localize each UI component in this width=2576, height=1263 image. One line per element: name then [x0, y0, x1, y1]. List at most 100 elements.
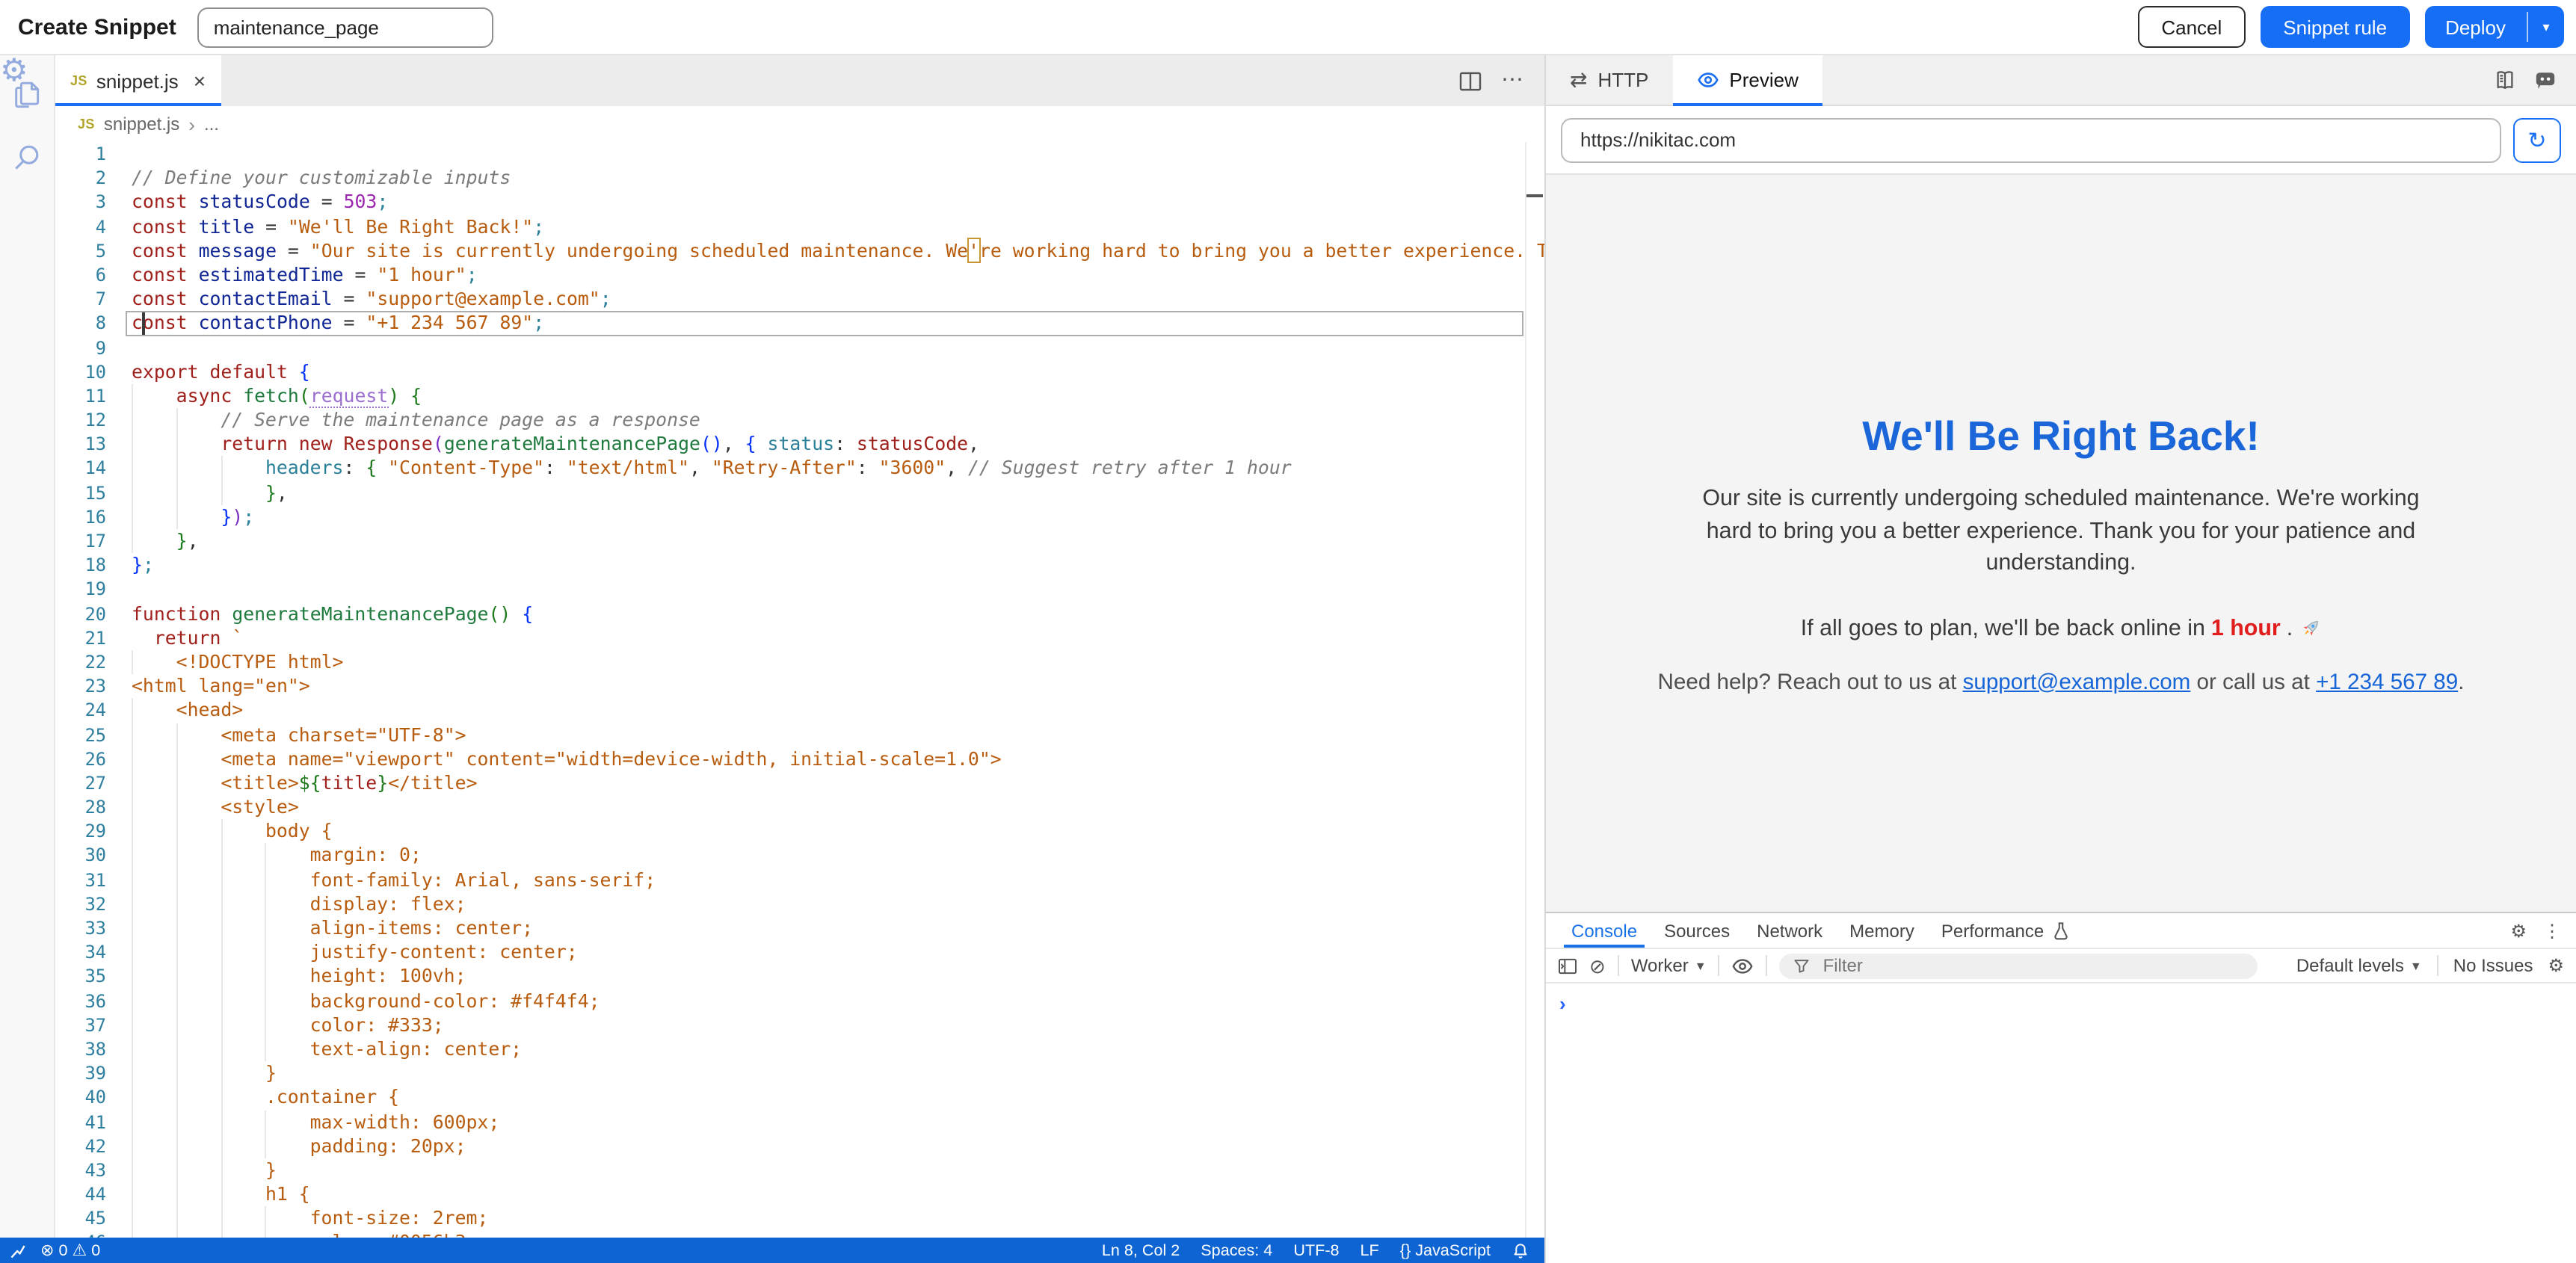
code-line[interactable]: 20function generateMaintenancePage() {	[55, 602, 1544, 626]
code-line[interactable]: 1	[55, 142, 1544, 166]
code-line[interactable]: 12// Serve the maintenance page as a res…	[55, 408, 1544, 432]
log-levels-selector[interactable]: Default levels ▼	[2296, 955, 2422, 976]
code-line[interactable]: 27<title>${title}</title>	[55, 771, 1544, 795]
code-line[interactable]: 38text-align: center;	[55, 1037, 1544, 1061]
devtools-settings-gear-icon[interactable]: ⚙	[2510, 920, 2527, 941]
code-line[interactable]: 37color: #333;	[55, 1013, 1544, 1037]
line-number: 18	[55, 553, 106, 577]
notifications-bell-icon[interactable]	[1512, 1241, 1529, 1259]
editor-actions: ⋯	[1459, 55, 1544, 106]
clear-console-icon[interactable]: ⊘	[1589, 956, 1606, 975]
remote-indicator-icon[interactable]	[9, 1241, 27, 1259]
more-actions-icon[interactable]: ⋯	[1501, 73, 1525, 88]
code-line[interactable]: 44h1 {	[55, 1182, 1544, 1206]
editor-scrollbar[interactable]	[1525, 142, 1526, 1238]
code-line[interactable]: 45font-size: 2rem;	[55, 1207, 1544, 1231]
code-line[interactable]: 30margin: 0;	[55, 844, 1544, 868]
devtools-kebab-menu-icon[interactable]: ⋮	[2543, 920, 2561, 941]
snippet-name-input[interactable]	[197, 7, 493, 47]
code-line[interactable]: 24<head>	[55, 699, 1544, 723]
chevron-down-icon: ▼	[2410, 959, 2422, 972]
code-line[interactable]: 23<html lang="en">	[55, 674, 1544, 698]
code-line[interactable]: 26<meta name="viewport" content="width=d…	[55, 747, 1544, 771]
search-icon[interactable]	[10, 140, 43, 173]
code-line[interactable]: 10export default {	[55, 359, 1544, 383]
problems-indicator[interactable]: ⊗ 0 ⚠ 0	[40, 1241, 100, 1260]
console-tab-console[interactable]: Console	[1558, 913, 1651, 948]
code-line[interactable]: 17},	[55, 529, 1544, 553]
support-email-link[interactable]: support@example.com	[1963, 670, 2191, 694]
code-line[interactable]: 15},	[55, 481, 1544, 504]
eol-setting[interactable]: LF	[1361, 1241, 1379, 1259]
console-filter[interactable]	[1780, 953, 2258, 978]
code-line[interactable]: 28<style>	[55, 795, 1544, 819]
code-line[interactable]: 3const statusCode = 503;	[55, 191, 1544, 214]
code-line[interactable]: 25<meta charset="UTF-8">	[55, 723, 1544, 747]
cursor-position[interactable]: Ln 8, Col 2	[1102, 1241, 1180, 1259]
chevron-right-icon: ›	[188, 113, 195, 135]
console-tab-performance[interactable]: Performance	[1928, 913, 2057, 948]
indent-guide	[265, 1134, 310, 1158]
code-line[interactable]: 42padding: 20px;	[55, 1134, 1544, 1158]
code-lines[interactable]: 12// Define your customizable inputs3con…	[55, 142, 1544, 1238]
docs-book-icon[interactable]	[2494, 69, 2516, 91]
tab-snippet-js[interactable]: JS snippet.js ×	[55, 55, 221, 106]
code-line[interactable]: 35height: 100vh;	[55, 965, 1544, 989]
url-input[interactable]	[1561, 117, 2501, 162]
code-line[interactable]: 11async fetch(request) {	[55, 384, 1544, 408]
deploy-dropdown-caret-icon[interactable]: ▾	[2528, 6, 2564, 48]
code-line[interactable]: 41max-width: 600px;	[55, 1110, 1544, 1134]
split-editor-icon[interactable]	[1459, 71, 1482, 90]
refresh-button[interactable]: ↻	[2513, 117, 2561, 162]
deploy-button[interactable]: Deploy	[2424, 6, 2527, 48]
tab-http[interactable]: ⇄ HTTP	[1546, 55, 1672, 105]
code-line[interactable]: 7const contactEmail = "support@example.c…	[55, 287, 1544, 311]
cancel-button[interactable]: Cancel	[2137, 6, 2246, 48]
code-line[interactable]: 29body {	[55, 820, 1544, 844]
encoding-setting[interactable]: UTF-8	[1293, 1241, 1339, 1259]
code-line[interactable]: 6const estimatedTime = "1 hour";	[55, 263, 1544, 287]
code-line[interactable]: 46color: #0056b3;	[55, 1231, 1544, 1238]
tab-preview[interactable]: Preview	[1672, 55, 1822, 105]
live-expression-eye-icon[interactable]	[1732, 954, 1754, 977]
indent-guide	[132, 1231, 176, 1238]
code-line[interactable]: 40.container {	[55, 1086, 1544, 1110]
phone-link[interactable]: +1 234 567 89	[2316, 670, 2458, 694]
close-tab-icon[interactable]: ×	[194, 69, 206, 93]
filter-input[interactable]	[1820, 954, 2245, 978]
code-line[interactable]: 14headers: { "Content-Type": "text/html"…	[55, 457, 1544, 481]
code-line[interactable]: 5const message = "Our site is currently …	[55, 239, 1544, 263]
code-line[interactable]: 4const title = "We'll Be Right Back!";	[55, 214, 1544, 238]
breadcrumb[interactable]: JS snippet.js › ...	[55, 106, 1544, 142]
console-toolbar-right: Default levels ▼ No Issues ⚙	[2296, 955, 2564, 976]
console-sidebar-toggle-icon[interactable]	[1558, 957, 1577, 974]
code-line[interactable]: 22<!DOCTYPE html>	[55, 650, 1544, 674]
code-line[interactable]: 16});	[55, 505, 1544, 529]
code-line[interactable]: 32display: flex;	[55, 892, 1544, 916]
issues-counter[interactable]: No Issues	[2453, 955, 2533, 976]
console-tab-network[interactable]: Network	[1743, 913, 1836, 948]
code-line[interactable]: 19	[55, 578, 1544, 602]
console-tab-sources[interactable]: Sources	[1651, 913, 1743, 948]
discord-chat-icon[interactable]	[2534, 69, 2557, 91]
code-line[interactable]: 39}	[55, 1061, 1544, 1085]
code-line[interactable]: 9	[55, 336, 1544, 359]
code-line[interactable]: 13return new Response(generateMaintenanc…	[55, 433, 1544, 457]
code-line[interactable]: 31font-family: Arial, sans-serif;	[55, 868, 1544, 892]
context-selector[interactable]: Worker ▼	[1631, 955, 1707, 976]
code-line[interactable]: 21 return `	[55, 626, 1544, 650]
code-line[interactable]: 8const contactPhone = "+1 234 567 89";	[55, 312, 1544, 336]
code-line[interactable]: 33align-items: center;	[55, 916, 1544, 940]
indentation-setting[interactable]: Spaces: 4	[1201, 1241, 1272, 1259]
snippet-rule-button[interactable]: Snippet rule	[2261, 6, 2409, 48]
console-prompt-chevron[interactable]: ›	[1546, 983, 2576, 1015]
console-settings-gear-icon[interactable]: ⚙	[2548, 955, 2564, 976]
console-tab-memory[interactable]: Memory	[1836, 913, 1928, 948]
code-line[interactable]: 2// Define your customizable inputs	[55, 166, 1544, 190]
language-mode[interactable]: {} JavaScript	[1400, 1241, 1491, 1259]
code-line[interactable]: 36background-color: #f4f4f4;	[55, 989, 1544, 1013]
code-line[interactable]: 43}	[55, 1158, 1544, 1182]
files-icon[interactable]	[10, 76, 43, 109]
code-line[interactable]: 18};	[55, 553, 1544, 577]
code-line[interactable]: 34justify-content: center;	[55, 940, 1544, 964]
